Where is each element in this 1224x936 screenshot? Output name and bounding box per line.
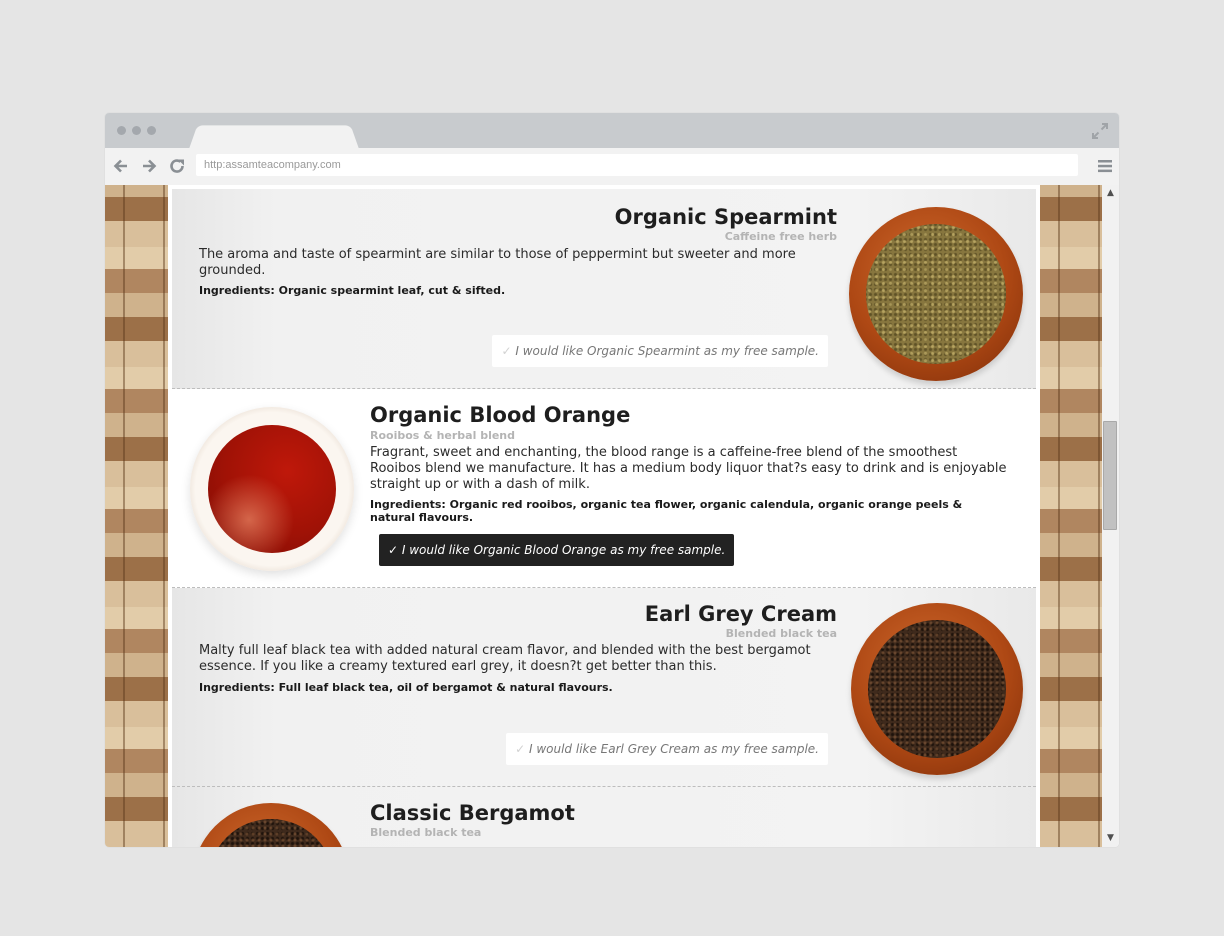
product-card-spearmint: Organic Spearmint Caffeine free herb The… [172,189,1036,389]
sample-label: I would like Organic Blood Orange as my … [401,543,726,557]
product-card-classic-bergamot: Classic Bergamot Blended black tea [172,787,1036,847]
scroll-down-arrow-icon[interactable]: ▼ [1102,830,1119,847]
product-description: Malty full leaf black tea with added nat… [199,643,811,674]
product-category: Blended black tea [725,627,837,640]
browser-toolbar: http:assamteacompany.com [105,148,1119,185]
scrollbar-thumb[interactable] [1103,421,1117,530]
blood-orange-tea-image [190,407,354,571]
product-card-blood-orange: Organic Blood Orange Rooibos & herbal bl… [172,389,1036,588]
reload-icon[interactable] [168,157,186,175]
product-name: Earl Grey Cream [644,602,837,626]
tab-bar [105,113,1119,149]
product-name: Organic Blood Orange [370,403,631,427]
product-ingredients: Ingredients: Full leaf black tea, oil of… [199,681,613,694]
window-dot [132,126,141,135]
check-icon: ✓ [515,742,526,756]
hamburger-menu-icon[interactable] [1098,159,1112,173]
page-viewport: Organic Spearmint Caffeine free herb The… [105,185,1102,847]
product-description: The aroma and taste of spearmint are sim… [199,247,796,278]
product-card-earl-grey: Earl Grey Cream Blended black tea Malty … [172,588,1036,787]
product-description: Fragrant, sweet and enchanting, the bloo… [370,445,1007,492]
browser-tab[interactable] [189,125,359,149]
arrow-right-icon[interactable] [140,157,158,175]
product-ingredients: Ingredients: Organic red rooibos, organi… [370,498,963,524]
product-name: Organic Spearmint [614,205,837,229]
window-dot [147,126,156,135]
browser-window: http:assamteacompany.com Organic Spearmi… [105,113,1119,847]
scroll-up-arrow-icon[interactable]: ▲ [1102,185,1119,202]
product-category: Rooibos & herbal blend [370,429,516,442]
vertical-scrollbar[interactable]: ▲ ▼ [1102,185,1119,847]
arrow-left-icon[interactable] [112,157,130,175]
wood-background [105,185,168,847]
sample-label: I would like Earl Grey Cream as my free … [528,742,819,756]
check-icon: ✓ [501,344,512,358]
check-icon: ✓ [388,543,399,557]
free-sample-button-blood-orange[interactable]: ✓ I would like Organic Blood Orange as m… [379,534,735,566]
expand-icon[interactable] [1091,122,1109,140]
spearmint-tea-image [849,207,1023,381]
window-dot [117,126,126,135]
earl-grey-tea-image [851,603,1023,775]
product-name: Classic Bergamot [370,801,575,825]
product-category: Blended black tea [370,826,482,839]
classic-bergamot-tea-image [192,803,350,847]
address-bar[interactable]: http:assamteacompany.com [196,154,1078,176]
free-sample-button-earl-grey[interactable]: ✓ I would like Earl Grey Cream as my fre… [506,733,828,765]
sample-label: I would like Organic Spearmint as my fre… [515,344,819,358]
product-ingredients: Ingredients: Organic spearmint leaf, cut… [199,284,506,297]
product-list: Organic Spearmint Caffeine free herb The… [168,185,1040,847]
wood-background [1040,185,1102,847]
free-sample-button-spearmint[interactable]: ✓ I would like Organic Spearmint as my f… [492,335,828,367]
product-category: Caffeine free herb [724,230,837,243]
